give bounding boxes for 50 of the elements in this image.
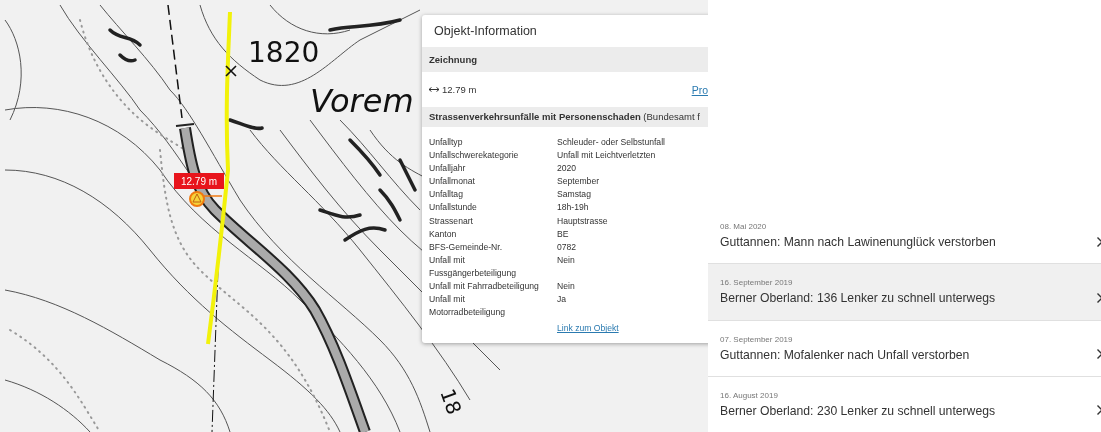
profile-link[interactable]: Pro [691,83,708,96]
contour-elevation-label: 18 [435,385,467,418]
chevron-right-icon [1097,236,1101,247]
measurement-label: 12.79 m [174,173,224,189]
news-date: 16. August 2019 [720,390,779,400]
accident-marker-icon[interactable] [189,191,205,207]
attribute-value: BE [557,227,570,241]
attribute-name: Strassenart [429,214,474,228]
length-value: 12.79 m [442,84,478,95]
attribute-name: Kanton [429,227,458,241]
attribute-value: 0782 [557,240,578,254]
attribute-name: Unfall mit Fussgängerbeteiligung [429,253,517,280]
attribute-value: Nein [557,253,576,267]
attribute-name: Unfalltyp [429,136,464,149]
attribute-value: September [557,175,601,189]
attribute-name: Unfalljahr [429,162,467,176]
section-heading: Zeichnung [422,47,708,72]
double-arrow-icon [429,87,439,92]
news-item[interactable]: 16. September 2019 Berner Oberland: 136 Lenker zu schnell unterwegs [708,264,1101,321]
attribute-value: Nein [557,280,576,294]
news-date: 07. September 2019 [720,334,794,344]
elevation-label: 1820 [248,36,320,69]
attribute-value: Samstag [557,188,592,202]
popup-title: Objekt-Information [433,23,538,40]
chevron-right-icon [1097,405,1101,416]
place-name-label: Vorem [310,82,414,120]
news-title: Guttannen: Mofalenker nach Unfall verstorben [720,347,971,362]
attribute-value: Unfall mit Leichtverletzten [557,149,657,163]
news-date: 16. September 2019 [720,278,794,288]
chevron-right-icon [1097,292,1101,303]
attribute-value: Ja [557,293,568,307]
news-date: 08. Mai 2020 [720,222,768,232]
attribute-value: Schleuder- oder Selbstunfall [557,136,666,149]
attribute-name: BFS-Gemeinde-Nr. [429,240,504,254]
object-link[interactable]: Link zum Objekt [557,322,619,336]
cross-mark-icon [225,65,237,77]
attribute-name: Unfallstunde [429,201,478,215]
attribute-name: Unfall mit Motorradbeteiligung [429,293,506,320]
attribute-name: Unfalltag [429,188,464,202]
attribute-value: 18h-19h [557,201,590,215]
news-title: Guttannen: Mann nach Lawinenunglück verstorben [720,235,997,250]
attribute-name: Unfallschwerekategorie [429,149,520,163]
news-title: Berner Oberland: 230 Lenker zu schnell unterwegs [720,403,997,418]
section-heading: Strassenverkehrsunfälle mit Personenschaden (Bundesamt f [422,107,708,127]
chevron-right-icon [1097,349,1101,360]
attribute-name: Unfallmonat [429,175,476,189]
news-title: Berner Oberland: 136 Lenker zu schnell unterwegs [720,291,997,306]
attribute-value: 2020 [557,162,578,176]
attribute-value: Hauptstrasse [557,214,609,228]
attribute-name: Unfall mit Fahrradbeteiligung [429,280,540,294]
